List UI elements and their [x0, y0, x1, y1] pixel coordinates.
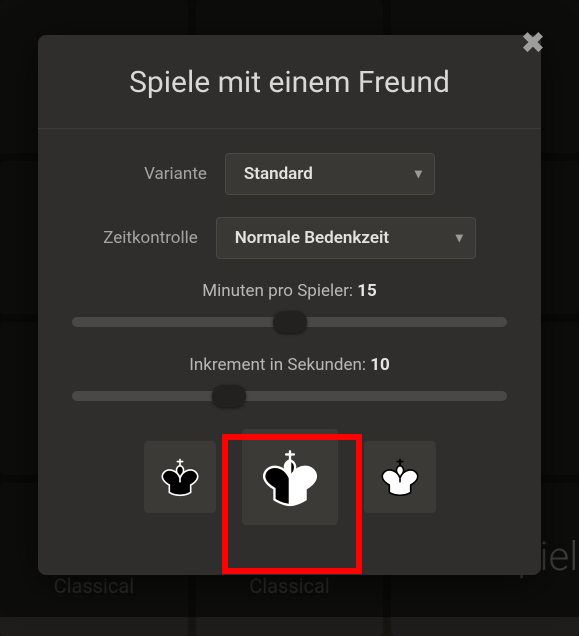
time-control-select[interactable]: Normale Bedenkzeit ▾ — [216, 217, 476, 259]
time-control-value: Normale Bedenkzeit — [235, 228, 389, 248]
color-random-button[interactable] — [242, 429, 338, 525]
random-king-icon — [255, 442, 325, 512]
minutes-value: 15 — [357, 281, 377, 301]
chevron-down-icon: ▾ — [456, 230, 463, 246]
modal-title: Spiele mit einem Freund — [38, 35, 541, 129]
black-king-icon — [156, 453, 204, 501]
variant-value: Standard — [244, 164, 313, 184]
slider-thumb[interactable] — [273, 311, 307, 333]
close-button[interactable]: ✖ — [515, 25, 551, 61]
modal-body: Variante Standard ▾ Zeitkontrolle Normal… — [38, 129, 541, 525]
time-control-label: Zeitkontrolle — [103, 228, 198, 248]
minutes-label: Minuten pro Spieler: 15 — [72, 281, 507, 301]
variant-label: Variante — [144, 164, 207, 184]
chevron-down-icon: ▾ — [415, 166, 422, 182]
slider-thumb[interactable] — [212, 385, 246, 407]
increment-value: 10 — [370, 355, 390, 375]
increment-label: Inkrement in Sekunden: 10 — [72, 355, 507, 375]
time-control-row: Zeitkontrolle Normale Bedenkzeit ▾ — [72, 217, 507, 259]
white-king-icon — [376, 453, 424, 501]
minutes-slider[interactable] — [72, 313, 507, 331]
variant-row: Variante Standard ▾ — [72, 153, 507, 195]
slider-track — [72, 391, 507, 401]
play-friend-modal: ✖ Spiele mit einem Freund Variante Stand… — [38, 35, 541, 575]
close-icon: ✖ — [520, 26, 545, 61]
color-white-button[interactable] — [364, 441, 436, 513]
color-choice-row — [72, 429, 507, 525]
increment-slider[interactable] — [72, 387, 507, 405]
variant-select[interactable]: Standard ▾ — [225, 153, 435, 195]
color-black-button[interactable] — [144, 441, 216, 513]
